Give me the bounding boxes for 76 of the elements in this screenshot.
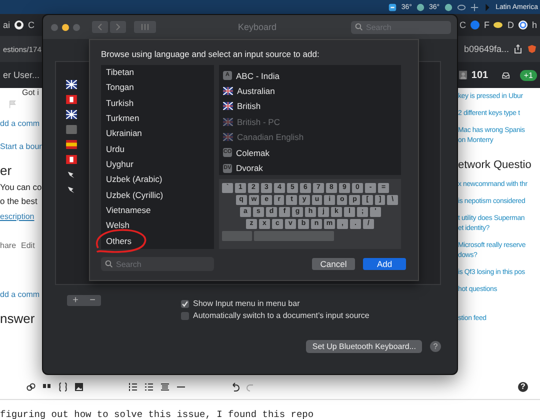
search-icon [105,260,113,268]
minimize-button[interactable] [62,24,69,30]
language-item[interactable]: Tibetan [101,65,214,80]
facebook-icon[interactable] [470,20,480,30]
list-edit-button[interactable]: − [84,295,101,306]
add-comment-link[interactable]: dd a comm [0,290,40,299]
github-icon[interactable] [14,20,24,30]
language-item[interactable]: Uzbek (Arabic) [101,172,214,188]
help-button[interactable]: ? [430,341,441,352]
language-item[interactable]: Vietnamese [101,202,214,218]
google-icon[interactable] [518,20,528,30]
language-item[interactable]: Welsh [101,218,214,234]
add-button[interactable]: Add [363,258,406,270]
shield-icon[interactable] [527,44,537,54]
edit-link[interactable]: Edit [21,241,35,250]
your-answer-heading: nswer [0,311,35,326]
description-link[interactable]: escription [0,212,34,221]
avatar-icon[interactable] [459,68,468,82]
language-item[interactable]: Urdu [101,142,214,157]
add-comment-link[interactable]: dd a comm [0,119,40,128]
cancel-button[interactable]: Cancel [312,258,355,270]
tab-title[interactable]: ai [3,20,10,30]
got-it-button[interactable]: Got i [0,88,39,97]
key [222,231,252,241]
input-source-item[interactable]: Australian [237,86,275,96]
tab-title[interactable]: h [532,20,537,30]
image-icon[interactable] [74,382,84,392]
input-source-item[interactable]: Dvorak [236,163,263,174]
language-item[interactable]: Uzbek (Cyrillic) [101,188,214,203]
reputation-count: 101 [471,70,488,80]
list-edit-button[interactable]: + [67,295,84,306]
section-heading: etwork Questio [458,159,532,171]
answer-text: You can co [0,182,42,192]
checkbox[interactable] [181,312,189,320]
tab-title[interactable]: C [28,20,35,30]
checkmark-icon [181,300,189,308]
input-source-item[interactable]: British [237,101,261,112]
language-item[interactable]: Uyghur [101,156,214,172]
language-item[interactable]: Turkmen [101,110,214,126]
weather-icon[interactable] [416,2,425,12]
inbox-icon[interactable] [502,70,510,80]
link-icon[interactable] [26,382,36,392]
tab-title[interactable]: F [484,20,490,30]
answer-text: o the best [0,196,38,206]
checkbox-label[interactable]: Automatically switch to a document’s input source [193,311,370,320]
share-icon[interactable] [513,44,523,54]
app-icon[interactable] [388,2,398,12]
language-item[interactable]: Others [101,234,214,249]
language-item[interactable]: Turkish [101,96,214,111]
tab-title[interactable]: D [507,20,514,30]
address-text[interactable]: b09649fa... [464,44,509,54]
help-button[interactable]: ? [518,382,528,392]
input-source-item[interactable]: Colemak [236,148,270,158]
network-icon[interactable] [456,2,466,12]
search-icon [355,23,363,31]
language-item[interactable]: Ukrainian [101,126,214,142]
bluetooth-setup-button[interactable]: Set Up Bluetooth Keyboard... [306,340,422,353]
weather-icon[interactable] [444,2,453,12]
code-icon[interactable] [58,382,68,392]
tab-icon[interactable] [493,20,504,30]
share-link[interactable]: hare [0,241,16,250]
checkbox-label[interactable]: Show Input menu in menu bar [193,299,300,308]
checkbox[interactable] [181,300,189,308]
tab-title[interactable]: C [459,20,466,30]
achievement-badge[interactable]: +1 [520,70,537,80]
bulleted-list-icon[interactable] [144,382,154,392]
sheet-prompt: Browse using language and select an input source to add: [101,49,320,59]
answer-code-text: figuring out how to solve this issue, I found this repo [0,409,314,419]
language-item[interactable]: Tongan [101,80,214,96]
answer-heading: er [0,163,12,178]
heading-icon[interactable] [160,382,170,392]
numbered-list-icon[interactable] [128,382,138,392]
bookmark-item[interactable]: er User... [3,70,40,80]
undo-icon[interactable] [230,382,240,392]
window-title: Keyboard [238,22,278,32]
input-source-item[interactable]: ABC - India [236,70,280,81]
